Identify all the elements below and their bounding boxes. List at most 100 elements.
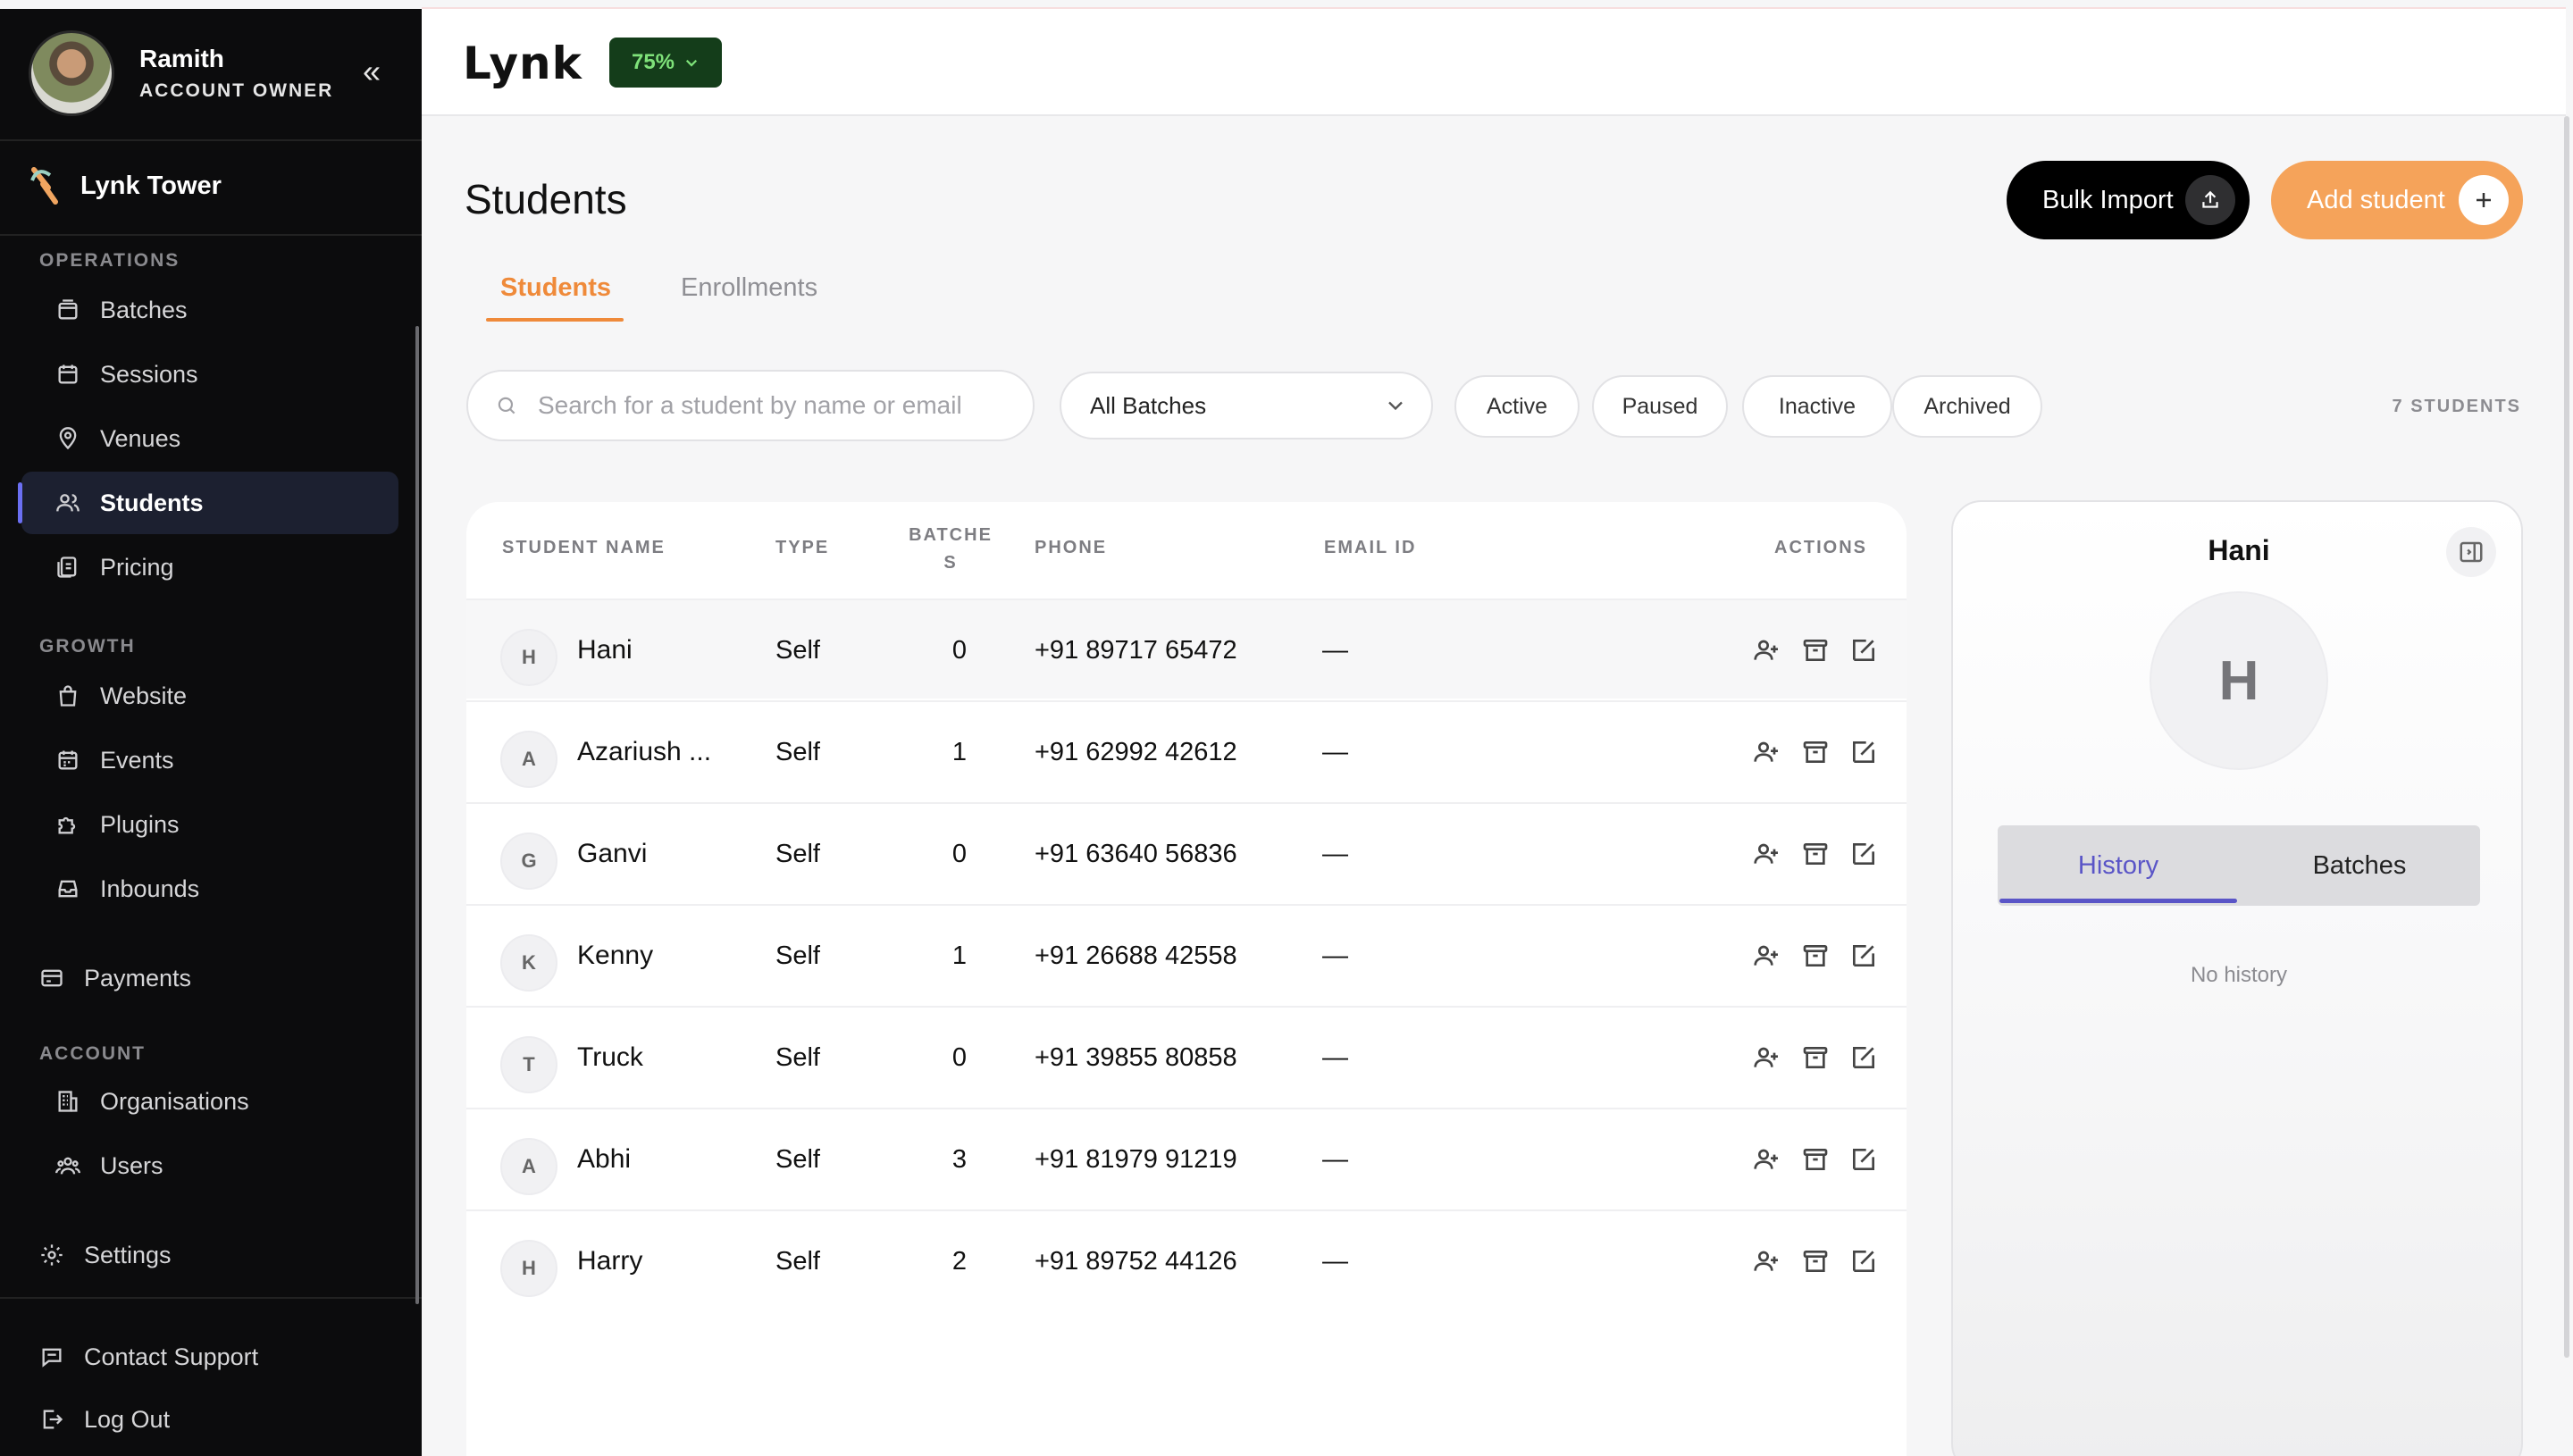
edit-icon[interactable] <box>1849 1145 1878 1174</box>
archive-icon[interactable] <box>1801 1043 1830 1072</box>
student-name[interactable]: Hani <box>577 600 633 700</box>
edit-icon[interactable] <box>1849 636 1878 665</box>
sidebar-item-website[interactable]: Website <box>21 665 398 727</box>
sidebar-item-payments[interactable]: Payments <box>21 947 398 1009</box>
student-type: Self <box>775 737 820 766</box>
search-field[interactable] <box>466 370 1035 441</box>
archive-icon[interactable] <box>1801 1247 1830 1276</box>
student-phone: +91 89752 44126 <box>1035 1246 1237 1276</box>
student-type: Self <box>775 941 820 970</box>
filter-active[interactable]: Active <box>1454 375 1580 438</box>
page-title: Students <box>465 176 627 222</box>
student-initial-avatar: G <box>500 833 557 890</box>
logout-button[interactable]: Log Out <box>21 1388 398 1451</box>
empty-history-message: No history <box>2190 963 2288 987</box>
add-to-batch-icon[interactable] <box>1753 738 1781 766</box>
calendar-icon <box>58 364 78 384</box>
student-name[interactable]: Kenny <box>577 906 653 1006</box>
add-to-batch-icon[interactable] <box>1753 636 1781 665</box>
building-icon <box>58 1091 78 1112</box>
bulk-import-button[interactable]: Bulk Import <box>2007 161 2250 239</box>
table-row[interactable]: G Ganvi Self 0 +91 63640 56836 — <box>466 802 1907 902</box>
puzzle-icon <box>58 816 76 834</box>
add-to-batch-icon[interactable] <box>1753 1145 1781 1174</box>
student-batch-count: 0 <box>951 635 968 665</box>
tab-enrollments[interactable]: Enrollments <box>681 273 817 303</box>
column-header-actions: ACTIONS <box>1774 538 1867 557</box>
add-student-button[interactable]: Add student <box>2271 161 2523 239</box>
add-to-batch-icon[interactable] <box>1753 1043 1781 1072</box>
archive-icon[interactable] <box>1801 1145 1830 1174</box>
user-name: Ramith <box>139 45 224 72</box>
active-tab-indicator <box>486 318 624 322</box>
edit-icon[interactable] <box>1849 941 1878 970</box>
sidebar-item-users[interactable]: Users <box>21 1134 398 1197</box>
student-batch-count: 0 <box>951 839 968 868</box>
sidebar-scrollbar[interactable] <box>415 326 419 1304</box>
edit-icon[interactable] <box>1849 1043 1878 1072</box>
contact-support-button[interactable]: Contact Support <box>21 1326 398 1388</box>
table-row[interactable]: K Kenny Self 1 +91 26688 42558 — <box>466 904 1907 1004</box>
filter-paused[interactable]: Paused <box>1592 375 1728 438</box>
table-row[interactable]: A Azariush ... Self 1 +91 62992 42612 — <box>466 700 1907 800</box>
table-row[interactable]: T Truck Self 0 +91 39855 80858 — <box>466 1006 1907 1106</box>
divider <box>0 139 422 141</box>
search-input[interactable] <box>538 391 1002 420</box>
sidebar-item-students[interactable]: Students <box>18 472 398 534</box>
logout-label: Log Out <box>84 1405 171 1433</box>
filter-inactive[interactable]: Inactive <box>1742 375 1892 438</box>
tab-students[interactable]: Students <box>500 273 611 303</box>
sidebar-item-sessions[interactable]: Sessions <box>21 343 398 406</box>
app-logo[interactable]: Lynk <box>463 38 582 89</box>
sidebar-item-inbounds[interactable]: Inbounds <box>21 858 398 920</box>
tag-icon <box>57 556 77 578</box>
edit-icon[interactable] <box>1849 840 1878 868</box>
plus-icon <box>2459 175 2509 225</box>
add-to-batch-icon[interactable] <box>1753 1247 1781 1276</box>
archive-icon[interactable] <box>1801 636 1830 665</box>
batch-filter-select[interactable]: All Batches <box>1060 372 1433 439</box>
sidebar-item-venues[interactable]: Venues <box>21 407 398 470</box>
table-row[interactable]: H Harry Self 2 +91 89752 44126 — <box>466 1209 1907 1310</box>
add-to-batch-icon[interactable] <box>1753 840 1781 868</box>
tab-history[interactable]: History <box>1998 825 2239 906</box>
collapse-sidebar-icon[interactable]: « <box>354 55 390 91</box>
sidebar-item-label: Events <box>100 746 174 774</box>
edit-icon[interactable] <box>1849 738 1878 766</box>
brand[interactable]: Lynk Tower <box>27 161 222 211</box>
filter-archived[interactable]: Archived <box>1892 375 2042 438</box>
sidebar-item-pricing[interactable]: Pricing <box>21 536 398 598</box>
sidebar-item-events[interactable]: Events <box>21 729 398 791</box>
archive-icon[interactable] <box>1801 738 1830 766</box>
sidebar-item-organisations[interactable]: Organisations <box>21 1070 398 1133</box>
archive-icon[interactable] <box>1801 941 1830 970</box>
shopping-bag-icon <box>59 685 77 707</box>
collapse-panel-icon[interactable] <box>2446 527 2496 577</box>
sidebar-item-batches[interactable]: Batches <box>21 279 398 341</box>
add-to-batch-icon[interactable] <box>1753 941 1781 970</box>
sidebar-item-label: Website <box>100 682 188 709</box>
column-header-type: TYPE <box>775 538 830 557</box>
student-batch-count: 1 <box>951 737 968 766</box>
archive-icon[interactable] <box>1801 840 1830 868</box>
user-profile[interactable]: Ramith ACCOUNT OWNER <box>29 29 333 118</box>
table-row[interactable]: A Abhi Self 3 +91 81979 91219 — <box>466 1108 1907 1208</box>
student-name[interactable]: Ganvi <box>577 804 647 904</box>
sidebar-item-settings[interactable]: Settings <box>21 1224 398 1286</box>
student-email: — <box>1322 839 1348 868</box>
student-name[interactable]: Abhi <box>577 1109 631 1209</box>
page-scrollbar[interactable] <box>2564 116 2569 1358</box>
sidebar-item-plugins[interactable]: Plugins <box>21 793 398 856</box>
column-header-name: STUDENT NAME <box>502 538 666 557</box>
student-email: — <box>1322 1246 1348 1276</box>
users-group-icon <box>55 1157 80 1175</box>
table-row[interactable]: H Hani Self 0 +91 89717 65472 — <box>466 598 1907 699</box>
tab-batches[interactable]: Batches <box>2239 825 2480 906</box>
student-name[interactable]: Harry <box>577 1211 642 1311</box>
progress-badge[interactable]: 75% <box>609 38 722 88</box>
student-batch-count: 1 <box>951 941 968 970</box>
edit-icon[interactable] <box>1849 1247 1878 1276</box>
student-name[interactable]: Truck <box>577 1008 643 1108</box>
student-initial-avatar: H <box>500 629 557 686</box>
student-name[interactable]: Azariush ... <box>577 702 711 802</box>
